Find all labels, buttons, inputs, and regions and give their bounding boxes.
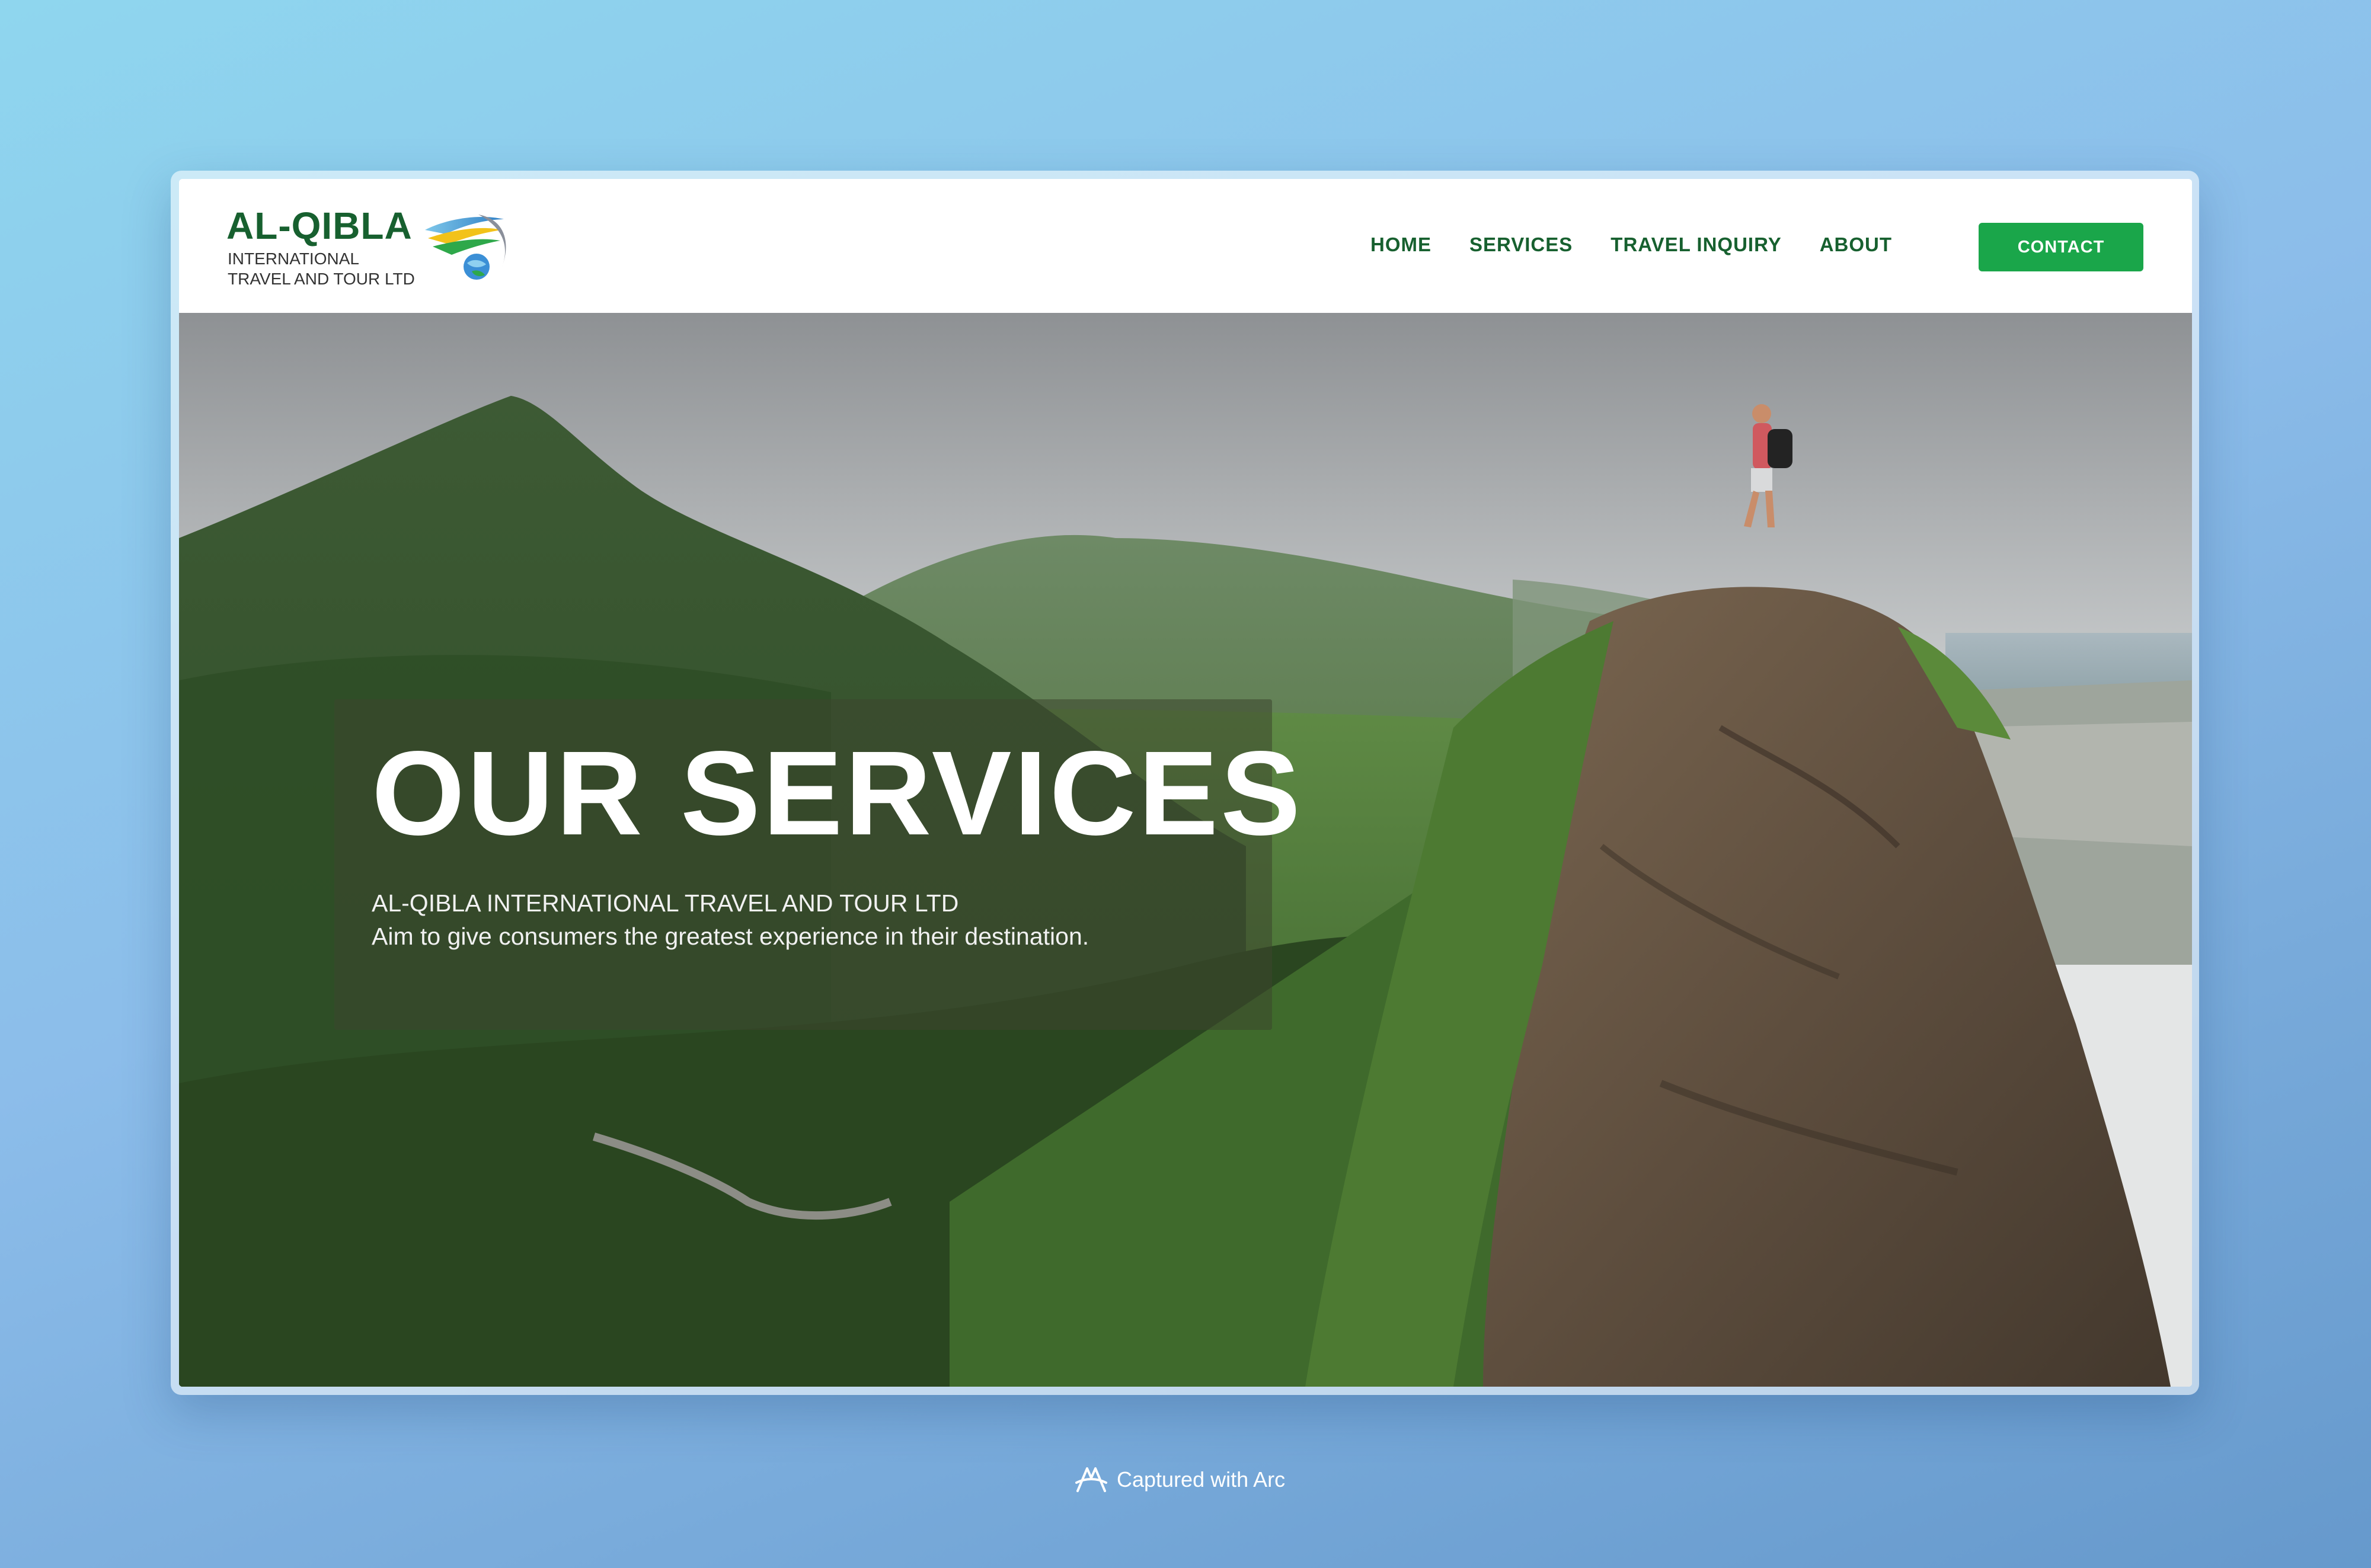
captured-with-arc-caption: Captured with Arc — [1074, 1464, 1285, 1496]
nav-services[interactable]: SERVICES — [1469, 233, 1573, 260]
hero-description: AL-QIBLA INTERNATIONAL TRAVEL AND TOUR L… — [372, 887, 1119, 953]
main-nav: HOME SERVICES TRAVEL INQUIRY ABOUT — [1370, 233, 1892, 260]
arc-logo-icon — [1075, 1467, 1107, 1492]
nav-about[interactable]: ABOUT — [1820, 233, 1892, 260]
hero-description-line1: AL-QIBLA INTERNATIONAL TRAVEL AND TOUR L… — [372, 889, 959, 917]
browser-window: AL-QIBLA INTERNATIONAL TRAVEL AND TOUR L… — [179, 179, 2192, 1387]
brand-title[interactable]: AL-QIBLA — [226, 204, 413, 248]
brand-subtitle: INTERNATIONAL TRAVEL AND TOUR LTD — [228, 249, 453, 289]
nav-travel-inquiry[interactable]: TRAVEL INQUIRY — [1611, 233, 1781, 260]
hero-title: OUR SERVICES — [372, 726, 1303, 860]
nav-home[interactable]: HOME — [1370, 233, 1431, 260]
hero-description-line2: Aim to give consumers the greatest exper… — [372, 923, 1089, 950]
brand-subtitle-line2: TRAVEL AND TOUR LTD — [228, 270, 415, 288]
hero-section: OUR SERVICES AL-QIBLA INTERNATIONAL TRAV… — [179, 313, 2192, 1387]
contact-button[interactable]: CONTACT — [1979, 223, 2143, 271]
brand-subtitle-line1: INTERNATIONAL — [228, 249, 359, 268]
site-header: AL-QIBLA INTERNATIONAL TRAVEL AND TOUR L… — [179, 179, 2192, 313]
globe-swoosh-logo-icon — [425, 215, 506, 280]
caption-text: Captured with Arc — [1117, 1467, 1286, 1492]
